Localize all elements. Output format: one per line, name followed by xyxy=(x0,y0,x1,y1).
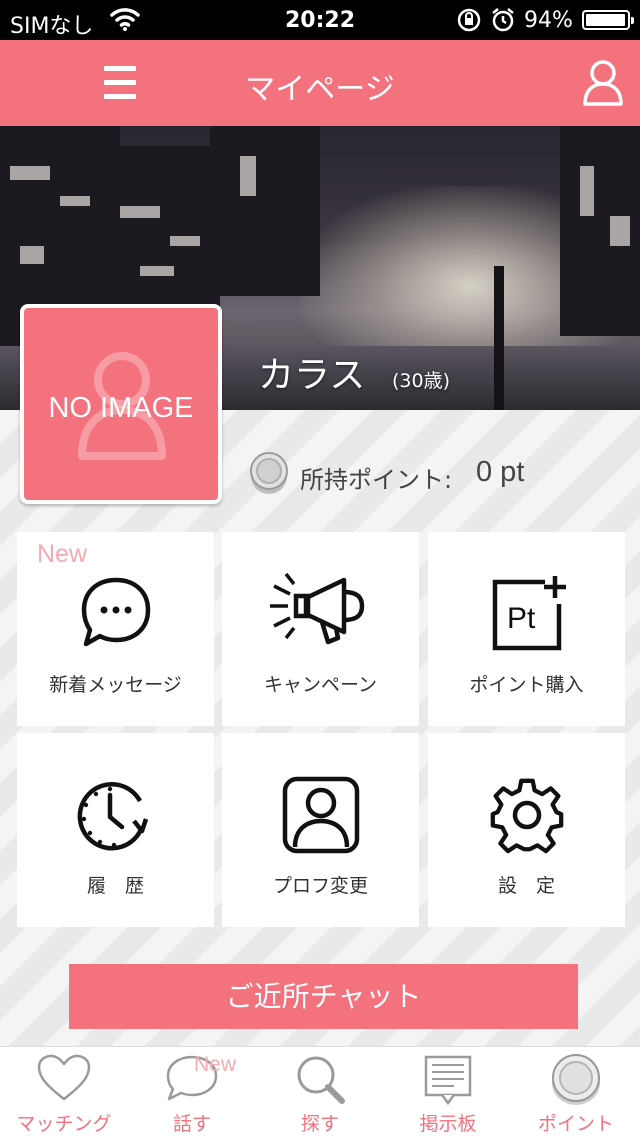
nav-label: 掲示板 xyxy=(419,1113,477,1135)
search-icon xyxy=(297,1056,345,1104)
tile-label: 新着メッセージ xyxy=(49,674,182,696)
status-bar: SIMなし 20:22 94% xyxy=(0,0,640,40)
tile-profile-edit[interactable]: プロフ変更 xyxy=(222,733,419,927)
tile-label: 履 歴 xyxy=(86,875,144,897)
user-icon xyxy=(583,60,623,106)
bottom-nav: マッチング New 話す 探す 掲示板 ポイント xyxy=(0,1046,640,1136)
tile-campaign[interactable]: キャンペーン xyxy=(222,532,419,726)
tile-new-messages[interactable]: New 新着メッセージ xyxy=(17,532,214,726)
bulletin-board-icon xyxy=(424,1055,472,1106)
nav-search[interactable]: 探す xyxy=(256,1047,384,1136)
megaphone-icon xyxy=(269,572,364,645)
page-title: マイページ xyxy=(245,72,395,107)
gear-icon xyxy=(490,778,563,854)
neighborhood-chat-button[interactable]: ご近所チャット xyxy=(69,964,578,1029)
content-background xyxy=(0,410,640,1046)
user-age: (30歳) xyxy=(392,370,451,392)
message-bubble-icon xyxy=(81,577,150,647)
coin-icon xyxy=(250,452,288,494)
battery-icon xyxy=(582,10,634,30)
tile-label: プロフ変更 xyxy=(272,875,368,897)
points-value: 0 pt xyxy=(476,456,525,488)
new-badge: New xyxy=(37,540,88,568)
no-image-label: NO IMAGE xyxy=(48,392,194,424)
battery-percent: 94% xyxy=(524,8,573,33)
app-header: マイページ xyxy=(0,40,640,126)
user-name: カラス xyxy=(258,355,366,396)
tile-settings[interactable]: 設 定 xyxy=(428,733,625,927)
tile-label: 設 定 xyxy=(497,875,555,897)
tile-history[interactable]: 履 歴 xyxy=(17,733,214,927)
new-badge: New xyxy=(194,1053,237,1076)
nav-label: ポイント xyxy=(537,1113,614,1135)
profile-edit-icon xyxy=(282,776,359,854)
nav-label: 探す xyxy=(300,1113,339,1135)
nav-matching[interactable]: マッチング xyxy=(0,1047,128,1136)
tile-label: ポイント購入 xyxy=(469,674,584,696)
nav-label: マッチング xyxy=(16,1113,112,1135)
coin-icon xyxy=(552,1054,600,1105)
heart-icon xyxy=(37,1054,91,1101)
nav-points[interactable]: ポイント xyxy=(512,1047,640,1136)
nav-bulletin-board[interactable]: 掲示板 xyxy=(384,1047,512,1136)
tile-label: キャンペーン xyxy=(263,674,378,696)
user-button[interactable] xyxy=(580,58,626,108)
history-clock-icon xyxy=(77,782,148,851)
avatar[interactable]: NO IMAGE xyxy=(20,304,222,504)
svg-text:Pt: Pt xyxy=(507,602,536,635)
points-label: 所持ポイント: xyxy=(300,466,453,494)
point-purchase-icon: Pt xyxy=(492,576,566,651)
alarm-icon xyxy=(490,7,516,39)
nav-label: 話す xyxy=(172,1113,211,1135)
nav-talk[interactable]: New 話す xyxy=(128,1047,256,1136)
orientation-lock-icon xyxy=(456,7,482,39)
tile-point-purchase[interactable]: Pt ポイント購入 xyxy=(428,532,625,726)
